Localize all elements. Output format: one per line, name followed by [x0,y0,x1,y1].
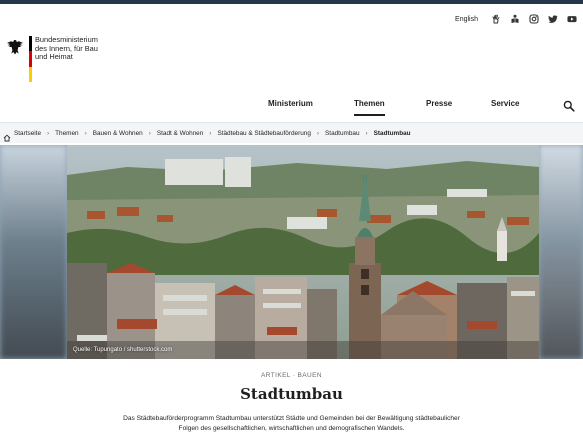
breadcrumb-item[interactable]: Stadt & Wohnen [157,130,203,137]
nav-item-ministerium[interactable]: Ministerium [268,99,313,108]
breadcrumb-separator: › [84,129,87,137]
breadcrumb-separator: › [148,129,151,137]
main-navigation: Ministerium Themen Presse Service [0,99,583,116]
article-lead-line: Das Städtebauförderprogramm Stadtumbau u… [123,415,460,422]
ministry-logo[interactable]: Bundesministerium des Innern, für Bau un… [6,35,105,82]
ministry-name: Bundesministerium des Innern, für Bau un… [35,35,105,82]
easy-language-icon[interactable] [510,14,520,24]
breadcrumb-separator: › [47,129,50,137]
page-title: Stadtumbau [240,385,343,403]
utility-nav: English [455,12,583,26]
language-link-english[interactable]: English [455,16,478,23]
instagram-icon[interactable] [529,14,539,24]
nav-item-presse[interactable]: Presse [426,99,452,108]
breadcrumb-item[interactable]: Bauen & Wohnen [93,130,143,137]
breadcrumb: Startseite › Themen › Bauen & Wohnen › S… [0,122,583,143]
youtube-icon[interactable] [567,14,577,24]
hero-image-cityscape [67,145,539,359]
search-icon[interactable] [563,99,575,112]
breadcrumb-separator: › [209,129,212,137]
breadcrumb-item[interactable]: Städtebau & Städtebauförderung [217,130,310,137]
breadcrumb-separator: › [316,129,320,137]
breadcrumb-separator: › [365,129,368,137]
article-lead-line: Folgen des gesellschaftlichen, wirtschaf… [178,425,405,432]
sign-language-icon[interactable] [491,14,501,24]
image-credit: Quelle: Tupungato / shutterstock.com [73,347,173,353]
breadcrumb-item[interactable]: Themen [55,130,78,137]
german-flag-stripe [29,36,32,82]
article-lead: Das Städtebauförderprogramm Stadtumbau u… [100,414,483,434]
twitter-icon[interactable] [548,14,558,24]
ministry-name-line: und Heimat [35,52,73,62]
breadcrumb-current: Stadtumbau [373,129,411,137]
top-accent-bar [0,0,583,4]
nav-item-service[interactable]: Service [491,99,519,108]
article-kicker: ARTIKEL · BAUEN [261,372,322,379]
hero-image-area [0,145,583,359]
breadcrumb-item[interactable]: Stadtumbau [325,130,359,137]
home-icon[interactable] [3,129,11,142]
hero-blur-right [539,145,583,359]
hero-blur-left [0,145,67,359]
breadcrumb-item[interactable]: Startseite [14,130,41,137]
nav-item-themen[interactable]: Themen [354,99,385,116]
federal-eagle-icon [6,38,24,56]
